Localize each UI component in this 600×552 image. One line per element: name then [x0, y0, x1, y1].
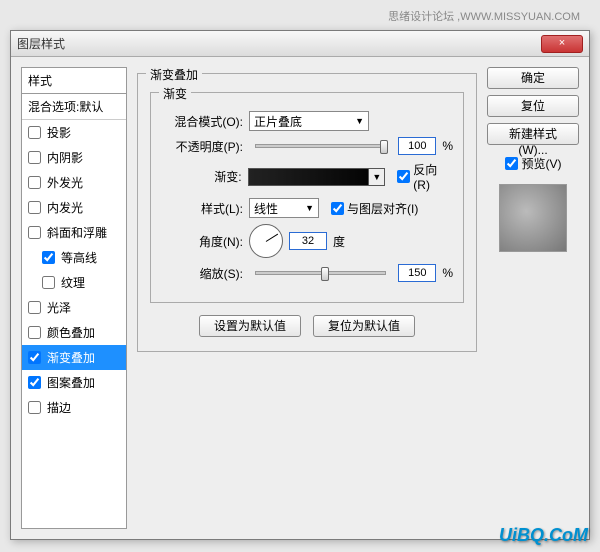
gradient-picker[interactable]: ▼ [248, 168, 386, 186]
ok-button[interactable]: 确定 [487, 67, 579, 89]
style-item-外发光[interactable]: 外发光 [22, 170, 126, 195]
styles-header[interactable]: 样式 [22, 68, 126, 94]
style-item-渐变叠加[interactable]: 渐变叠加 [22, 345, 126, 370]
main-panel: 渐变叠加 渐变 混合模式(O): 正片叠底 ▼ 不透明度(P): [137, 67, 477, 529]
style-item-纹理[interactable]: 纹理 [22, 270, 126, 295]
style-item-label: 光泽 [47, 299, 71, 316]
scale-unit: % [442, 266, 453, 280]
align-label: 与图层对齐(I) [347, 200, 418, 217]
style-item-图案叠加[interactable]: 图案叠加 [22, 370, 126, 395]
angle-dial[interactable] [249, 224, 283, 258]
group-title: 渐变 [159, 85, 191, 102]
reverse-checkbox[interactable]: 反向(R) [397, 161, 453, 192]
style-checkbox[interactable] [28, 401, 41, 414]
blend-mode-value: 正片叠底 [254, 113, 302, 130]
scale-input[interactable] [398, 264, 436, 282]
chevron-down-icon[interactable]: ▼ [368, 169, 384, 185]
style-checkbox[interactable] [28, 226, 41, 239]
reset-default-button[interactable]: 复位为默认值 [313, 315, 415, 337]
opacity-label: 不透明度(P): [161, 138, 243, 155]
style-checkbox[interactable] [28, 151, 41, 164]
style-item-光泽[interactable]: 光泽 [22, 295, 126, 320]
style-item-内发光[interactable]: 内发光 [22, 195, 126, 220]
opacity-slider[interactable] [255, 144, 386, 148]
reverse-label: 反向(R) [413, 161, 453, 192]
new-style-button[interactable]: 新建样式(W)... [487, 123, 579, 145]
style-item-label: 纹理 [61, 274, 85, 291]
dialog-title: 图层样式 [17, 35, 541, 52]
chevron-down-icon: ▼ [305, 203, 314, 213]
styles-list: 样式 混合选项:默认 投影内阴影外发光内发光斜面和浮雕等高线纹理光泽颜色叠加渐变… [21, 67, 127, 529]
style-item-label: 等高线 [61, 249, 97, 266]
style-checkbox[interactable] [28, 376, 41, 389]
style-item-描边[interactable]: 描边 [22, 395, 126, 420]
preview-checkbox[interactable]: 预览(V) [487, 155, 579, 172]
style-checkbox[interactable] [28, 126, 41, 139]
style-item-label: 颜色叠加 [47, 324, 95, 341]
cancel-button[interactable]: 复位 [487, 95, 579, 117]
style-item-label: 内发光 [47, 199, 83, 216]
style-item-等高线[interactable]: 等高线 [22, 245, 126, 270]
style-item-label: 外发光 [47, 174, 83, 191]
style-item-斜面和浮雕[interactable]: 斜面和浮雕 [22, 220, 126, 245]
preview-thumbnail [499, 184, 567, 252]
style-item-label: 图案叠加 [47, 374, 95, 391]
preview-label: 预览(V) [522, 155, 562, 172]
style-checkbox[interactable] [42, 251, 55, 264]
angle-unit: 度 [333, 233, 345, 250]
scale-label: 缩放(S): [161, 265, 243, 282]
blend-mode-label: 混合模式(O): [161, 113, 243, 130]
chevron-down-icon: ▼ [355, 116, 364, 126]
style-item-label: 描边 [47, 399, 71, 416]
slider-thumb[interactable] [380, 140, 388, 154]
style-checkbox[interactable] [28, 351, 41, 364]
style-item-投影[interactable]: 投影 [22, 120, 126, 145]
scale-slider[interactable] [255, 271, 386, 275]
section-title: 渐变叠加 [146, 66, 202, 83]
angle-label: 角度(N): [161, 233, 243, 250]
layer-style-dialog: 图层样式 × 样式 混合选项:默认 投影内阴影外发光内发光斜面和浮雕等高线纹理光… [10, 30, 590, 540]
style-item-label: 斜面和浮雕 [47, 224, 107, 241]
style-item-label: 渐变叠加 [47, 349, 95, 366]
make-default-button[interactable]: 设置为默认值 [199, 315, 301, 337]
opacity-unit: % [442, 139, 453, 153]
slider-thumb[interactable] [321, 267, 329, 281]
style-item-label: 内阴影 [47, 149, 83, 166]
gradient-label: 渐变: [161, 168, 242, 185]
watermark-top: 思绪设计论坛 ,WWW.MISSYUAN.COM [388, 8, 580, 24]
style-checkbox[interactable] [42, 276, 55, 289]
style-item-颜色叠加[interactable]: 颜色叠加 [22, 320, 126, 345]
style-item-内阴影[interactable]: 内阴影 [22, 145, 126, 170]
right-panel: 确定 复位 新建样式(W)... 预览(V) [487, 67, 579, 529]
style-select[interactable]: 线性 ▼ [249, 198, 319, 218]
style-label: 样式(L): [161, 200, 243, 217]
align-checkbox[interactable]: 与图层对齐(I) [331, 200, 418, 217]
style-checkbox[interactable] [28, 201, 41, 214]
close-button[interactable]: × [541, 35, 583, 53]
style-item-label: 投影 [47, 124, 71, 141]
angle-input[interactable] [289, 232, 327, 250]
style-checkbox[interactable] [28, 176, 41, 189]
style-checkbox[interactable] [28, 301, 41, 314]
style-value: 线性 [254, 200, 278, 217]
titlebar: 图层样式 × [11, 31, 589, 57]
opacity-input[interactable] [398, 137, 436, 155]
blend-mode-select[interactable]: 正片叠底 ▼ [249, 111, 369, 131]
watermark-bottom: UiBQ.CoM [499, 525, 588, 546]
blending-options-default[interactable]: 混合选项:默认 [22, 94, 126, 120]
style-checkbox[interactable] [28, 326, 41, 339]
